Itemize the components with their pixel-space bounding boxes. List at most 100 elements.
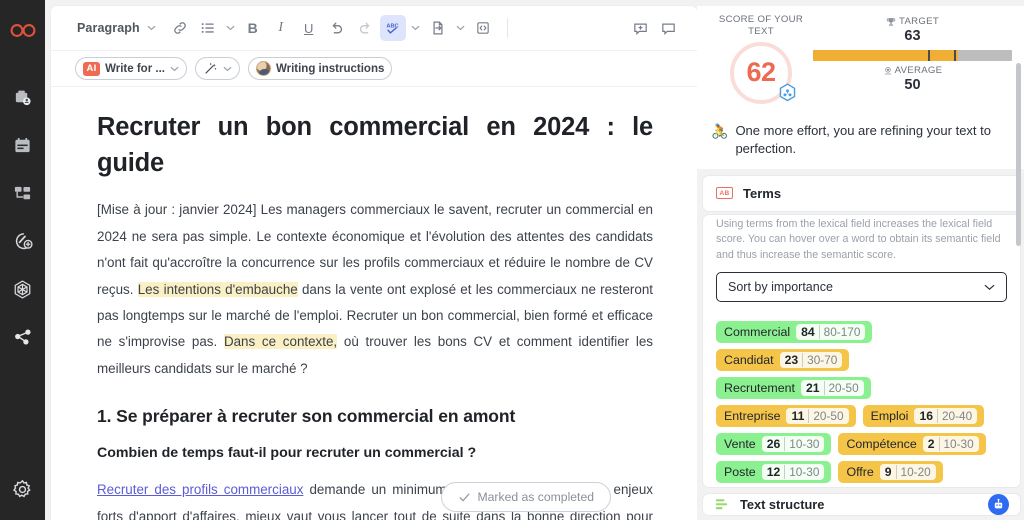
term-chip[interactable]: Emploi 16 20-40 bbox=[862, 405, 985, 428]
sidebar-item-folder-tree[interactable] bbox=[6, 176, 40, 210]
term-chip[interactable]: Candidat 23 30-70 bbox=[716, 349, 850, 372]
document-paragraph-1: [Mise à jour : janvier 2024] Les manager… bbox=[97, 197, 653, 382]
term-chip-label: Commercial bbox=[724, 325, 791, 340]
term-chip[interactable]: Poste 12 10-30 bbox=[716, 461, 832, 484]
average-icon bbox=[884, 66, 891, 75]
term-chip-range: 10-30 bbox=[784, 437, 819, 452]
term-chip-label: Emploi bbox=[870, 409, 909, 424]
term-chip[interactable]: Entreprise 11 20-50 bbox=[716, 405, 856, 428]
infinity-logo[interactable] bbox=[7, 14, 39, 46]
document-link[interactable]: Recruter des profils commerciaux bbox=[97, 482, 303, 497]
left-sidebar bbox=[0, 0, 45, 520]
document-heading-3: Combien de temps faut-il pour recruter u… bbox=[97, 445, 477, 462]
term-chip-label: Candidat bbox=[724, 353, 774, 368]
sort-select[interactable]: Sort by importance bbox=[716, 272, 1007, 303]
term-chip[interactable]: Vente 26 10-30 bbox=[716, 433, 832, 456]
score-value: 62 bbox=[746, 57, 776, 88]
term-chip-range: 20-40 bbox=[937, 409, 972, 424]
sidebar-item-add-link[interactable] bbox=[6, 224, 40, 258]
term-chip-range: 10-30 bbox=[938, 437, 974, 452]
magic-wand-button[interactable] bbox=[194, 57, 240, 80]
term-chip-count: 16 bbox=[919, 409, 933, 424]
svg-text:ABC: ABC bbox=[387, 23, 399, 29]
underline-icon[interactable]: U bbox=[296, 15, 322, 41]
bullet-list-icon[interactable] bbox=[195, 15, 221, 41]
term-chip-count: 84 bbox=[801, 325, 815, 340]
paragraph-style-chevron-down-icon[interactable] bbox=[144, 16, 159, 40]
avatar bbox=[255, 61, 271, 76]
redo-icon[interactable] bbox=[352, 15, 378, 41]
check-icon bbox=[460, 492, 470, 502]
score-tip: 🚴 One more effort, you are refining your… bbox=[697, 113, 1024, 169]
trophy-icon bbox=[886, 17, 896, 26]
score-caption: SCORE OF YOUR TEXT bbox=[718, 14, 804, 37]
italic-icon[interactable]: I bbox=[268, 15, 294, 41]
list-options-chevron-down-icon[interactable] bbox=[223, 16, 238, 40]
writing-instructions-button[interactable]: Writing instructions bbox=[247, 57, 393, 80]
terms-description: Using terms from the lexical field incre… bbox=[716, 217, 1001, 261]
marked-as-completed-button[interactable]: Marked as completed bbox=[441, 482, 611, 512]
score-tip-text: One more effort, you are refining your t… bbox=[735, 122, 991, 157]
document-canvas[interactable]: Recruter un bon commercial en 2024 : le … bbox=[51, 87, 697, 520]
term-chip-counts: 84 80-170 bbox=[796, 324, 866, 341]
terms-scrollbar[interactable] bbox=[1016, 34, 1021, 516]
ai-badge: AI bbox=[83, 61, 101, 76]
term-chip-counts: 21 20-50 bbox=[800, 380, 864, 397]
term-chip[interactable]: Offre 9 10-20 bbox=[838, 461, 943, 484]
magic-wand-icon bbox=[205, 63, 217, 74]
score-right: TARGET 63 AVERAGE 50 bbox=[813, 14, 1012, 94]
text-structure-row[interactable]: Text structure bbox=[703, 494, 1020, 516]
sidebar-item-calendar[interactable] bbox=[6, 128, 40, 162]
link-icon[interactable] bbox=[167, 15, 193, 41]
write-for-button[interactable]: AI Write for ... bbox=[75, 57, 187, 80]
export-icon[interactable] bbox=[425, 15, 451, 41]
spellcheck-icon[interactable]: ABC bbox=[379, 15, 406, 41]
term-chip-count: 21 bbox=[805, 381, 820, 396]
ai-hex-badge-icon[interactable] bbox=[778, 83, 797, 104]
sidebar-item-share-nodes[interactable] bbox=[6, 320, 40, 354]
text-structure-icon bbox=[715, 499, 728, 510]
editor-column: Paragraph B I U ABC AI Write for ... Wri… bbox=[45, 0, 697, 520]
export-chevron-down-icon[interactable] bbox=[453, 16, 468, 40]
app-root: Paragraph B I U ABC AI Write for ... Wri… bbox=[0, 0, 1024, 520]
progress-fill bbox=[813, 50, 959, 62]
score-ring: 62 bbox=[730, 41, 796, 104]
term-chip-counts: 12 10-30 bbox=[761, 464, 825, 481]
score-top-row: SCORE OF YOUR TEXT 62 TARGET 63 AVERAGE … bbox=[709, 14, 1012, 104]
terms-panel-header[interactable]: AB Terms bbox=[703, 176, 1020, 211]
term-chip-counts: 11 20-50 bbox=[786, 408, 849, 425]
average-tick bbox=[928, 50, 931, 62]
term-chip-range: 20-50 bbox=[808, 409, 844, 424]
term-chip[interactable]: Commercial 84 80-170 bbox=[716, 321, 873, 344]
term-chip-label: Compétence bbox=[846, 437, 917, 452]
sort-select-value: Sort by importance bbox=[728, 280, 833, 295]
average-caption-row: AVERAGE bbox=[813, 65, 1012, 76]
term-chip[interactable]: Recrutement 21 20-50 bbox=[716, 377, 871, 400]
scrollbar-thumb[interactable] bbox=[1016, 62, 1021, 247]
terms-content-panel: Using terms from the lexical field incre… bbox=[703, 62, 1021, 488]
target-tick bbox=[954, 50, 957, 62]
comment-icon[interactable] bbox=[655, 15, 681, 41]
spellcheck-chevron-down-icon[interactable] bbox=[408, 16, 423, 40]
page-title: Recruter un bon commercial en 2024 : le … bbox=[97, 113, 653, 178]
highlighted-term-2[interactable]: Dans ce contexte, bbox=[223, 334, 338, 350]
bold-icon[interactable]: B bbox=[240, 15, 266, 41]
term-chip-counts: 16 20-40 bbox=[914, 408, 978, 425]
terms-panel: AB Terms bbox=[703, 175, 1020, 211]
settings-gear-icon[interactable] bbox=[6, 472, 40, 506]
sidebar-item-network-hub[interactable] bbox=[6, 272, 40, 306]
target-caption-row: TARGET bbox=[813, 16, 1012, 27]
highlighted-term-1[interactable]: Les intentions d'embauche bbox=[137, 281, 298, 297]
undo-icon[interactable] bbox=[324, 15, 350, 41]
cyclist-emoji: 🚴 bbox=[711, 122, 729, 139]
paragraph-style-label[interactable]: Paragraph bbox=[75, 21, 142, 35]
html-code-icon[interactable] bbox=[470, 15, 496, 41]
document-heading-2: 1. Se préparer à recruter son commercial… bbox=[97, 406, 516, 427]
term-chip-range: 30-70 bbox=[802, 353, 837, 368]
sidebar-item-projects[interactable] bbox=[6, 80, 40, 114]
robot-badge-icon[interactable] bbox=[988, 494, 1009, 516]
term-chip-counts: 23 30-70 bbox=[779, 352, 843, 369]
term-chip-label: Entreprise bbox=[724, 409, 781, 424]
term-chip[interactable]: Compétence 2 10-30 bbox=[838, 433, 986, 456]
add-comment-icon[interactable] bbox=[627, 15, 653, 41]
